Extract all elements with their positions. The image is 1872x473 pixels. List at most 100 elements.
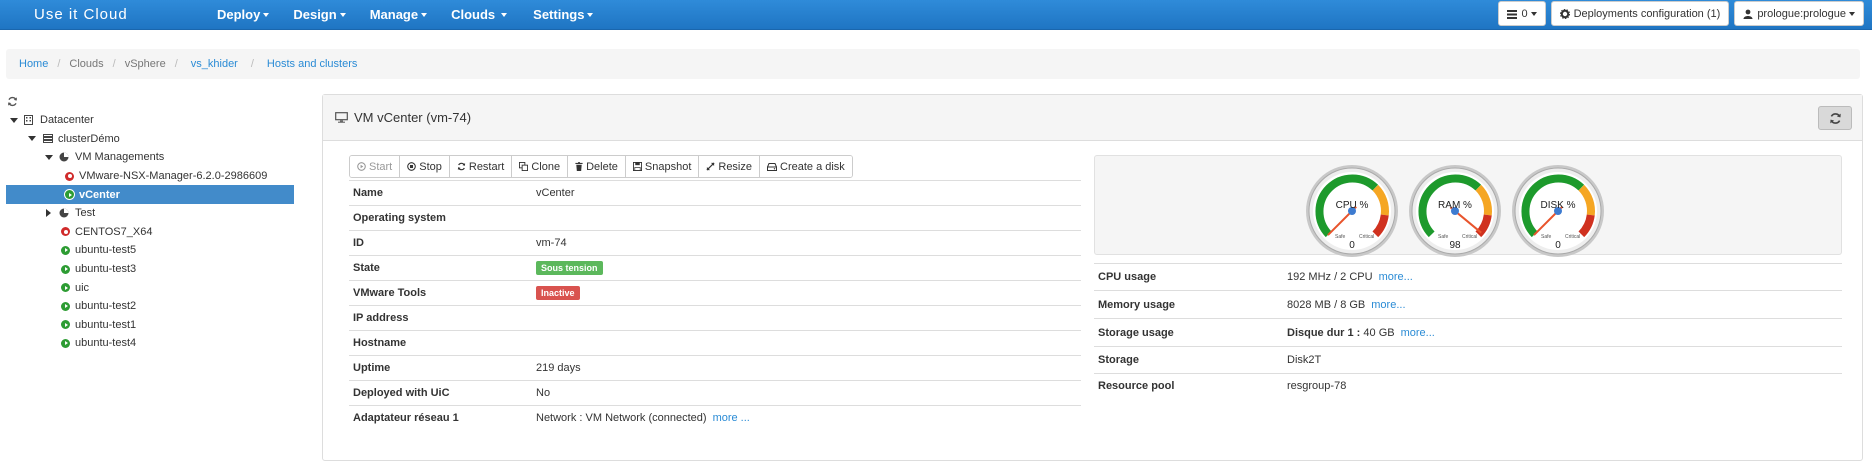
gauges-well: CPU % 0 Safe Critical RAM % 98 Safe Critical DIS… [1094, 155, 1842, 257]
breadcrumb-hosts-clusters[interactable]: Hosts and clusters [267, 58, 357, 70]
table-row: Operating system [349, 205, 1081, 231]
table-row: State Sous tension [349, 255, 1081, 281]
user-name: prologue:prologue [1757, 7, 1846, 20]
breadcrumb-vs-khider[interactable]: vs_khider [191, 58, 238, 70]
gauge-label: DISK % [1540, 200, 1576, 211]
tree-node-test[interactable]: Test [6, 204, 294, 223]
menu-settings[interactable]: Settings [533, 7, 594, 22]
collapse-toggle-icon[interactable] [46, 209, 51, 218]
tree-label: clusterDémo [58, 132, 120, 145]
tree-node-datacenter[interactable]: Datacenter [6, 111, 294, 130]
brand-logo[interactable]: Use it Cloud [34, 6, 128, 23]
start-label: Start [369, 160, 393, 173]
table-row: VMware Tools Inactive [349, 280, 1081, 306]
expand-toggle-icon[interactable] [45, 154, 53, 160]
tree-node-vm-ubuntu-test1[interactable]: ubuntu-test1 [6, 316, 294, 335]
tree-node-vm-ubuntu-test3[interactable]: ubuntu-test3 [6, 260, 294, 279]
tree-node-vm-ubuntu-test2[interactable]: ubuntu-test2 [6, 297, 294, 316]
prop-key: Deployed with UiC [349, 380, 532, 406]
tree-node-vm-ubuntu-test5[interactable]: ubuntu-test5 [6, 241, 294, 260]
main-menu: Deploy Design Manage Clouds Settings [217, 7, 617, 22]
tree-node-vm-ubuntu-test4[interactable]: ubuntu-test4 [6, 334, 294, 353]
vm-running-icon [61, 338, 70, 348]
prop-key: Uptime [349, 355, 532, 381]
usage-value: resgroup-78 [1283, 373, 1842, 399]
deployments-config-button[interactable]: Deployments configuration (1) [1550, 1, 1730, 26]
tree-label: uic [75, 281, 90, 294]
menu-deploy[interactable]: Deploy [217, 7, 270, 22]
prop-key: ID [349, 230, 532, 256]
prop-key: Name [349, 180, 532, 206]
prop-value [532, 305, 1081, 331]
tree-node-cluster[interactable]: clusterDémo [6, 130, 294, 149]
prop-key: IP address [349, 305, 532, 331]
memory-more-link[interactable]: more... [1371, 299, 1405, 311]
expand-toggle-icon[interactable] [28, 136, 36, 142]
breadcrumb-vsphere: vSphere [124, 58, 166, 70]
tree-node-vm-uic[interactable]: uic [6, 278, 294, 297]
gauge-value: 0 [1349, 240, 1355, 251]
create-disk-button[interactable]: Create a disk [760, 156, 852, 177]
breadcrumb-home[interactable]: Home [19, 58, 48, 70]
stop-button[interactable]: Stop [400, 156, 450, 177]
stop-label: Stop [419, 160, 442, 173]
tree-node-vm-centos[interactable]: CENTOS7_X64 [6, 223, 294, 242]
expand-toggle-icon[interactable] [10, 117, 18, 123]
cpu-more-link[interactable]: more... [1379, 271, 1413, 283]
tree-label: ubuntu-test4 [75, 337, 137, 350]
tree-label: CENTOS7_X64 [75, 225, 153, 238]
prop-value: vm-74 [532, 230, 1081, 256]
caret-down-icon [339, 12, 346, 17]
tree-node-vm-vcenter[interactable]: vCenter [6, 185, 294, 204]
user-menu-button[interactable]: prologue:prologue [1734, 1, 1864, 26]
snapshot-button[interactable]: Snapshot [625, 156, 700, 177]
caret-down-icon [501, 12, 508, 17]
create-disk-label: Create a disk [780, 160, 845, 173]
building-icon [24, 115, 33, 126]
caret-down-icon [263, 12, 270, 17]
tree-node-vm-managements[interactable]: VM Managements [6, 148, 294, 167]
vm-running-icon [61, 301, 70, 311]
usage-value: Disque dur 1 : 40 GB more... [1283, 318, 1842, 347]
delete-button[interactable]: Delete [568, 156, 626, 177]
start-button[interactable]: Start [350, 156, 401, 177]
user-icon [1743, 9, 1753, 19]
table-row: Memory usage 8028 MB / 8 GB more... [1094, 290, 1842, 319]
prop-value: 219 days [532, 355, 1081, 381]
menu-manage[interactable]: Manage [370, 7, 428, 22]
snapshot-label: Snapshot [644, 160, 692, 173]
tree-node-vm-nsx[interactable]: VMware-NSX-Manager-6.2.0-2986609 [6, 167, 294, 186]
storage-more-link[interactable]: more... [1401, 327, 1435, 339]
list-icon [1507, 9, 1518, 19]
table-row: IP address [349, 305, 1081, 331]
table-row: Uptime 219 days [349, 355, 1081, 381]
usage-key: Storage [1094, 346, 1283, 374]
usage-key: CPU usage [1094, 263, 1283, 291]
tree-refresh-icon[interactable] [7, 96, 18, 110]
play-circle-icon [357, 162, 366, 171]
server-icon [43, 134, 53, 144]
resize-label: Resize [718, 160, 752, 173]
refresh-icon [1829, 112, 1841, 124]
deployments-config-label: Deployments configuration (1) [1573, 7, 1721, 20]
vm-properties-table: Name vCenter Operating system ID vm-74 S… [349, 180, 1081, 431]
trash-icon [575, 162, 583, 171]
menu-settings-label: Settings [533, 7, 585, 22]
gauge-value: 0 [1555, 240, 1561, 251]
breadcrumb-clouds: Clouds [69, 58, 104, 70]
clone-button[interactable]: Clone [512, 156, 569, 177]
table-row: Storage Disk2T [1094, 346, 1842, 374]
resize-button[interactable]: Resize [699, 156, 760, 177]
restart-button[interactable]: Restart [449, 156, 513, 177]
usage-value: 8028 MB / 8 GB more... [1283, 290, 1842, 319]
table-row: ID vm-74 [349, 230, 1081, 256]
vm-stopped-icon [65, 171, 74, 181]
menu-design[interactable]: Design [293, 7, 346, 22]
queue-button[interactable]: 0 [1498, 1, 1546, 26]
network-more-link[interactable]: more ... [713, 412, 750, 424]
panel-refresh-button[interactable] [1818, 106, 1852, 130]
menu-clouds[interactable]: Clouds [451, 7, 508, 22]
gauge-value: 98 [1449, 240, 1461, 251]
caret-down-icon [587, 12, 594, 17]
tree-label: VM Managements [75, 151, 165, 164]
